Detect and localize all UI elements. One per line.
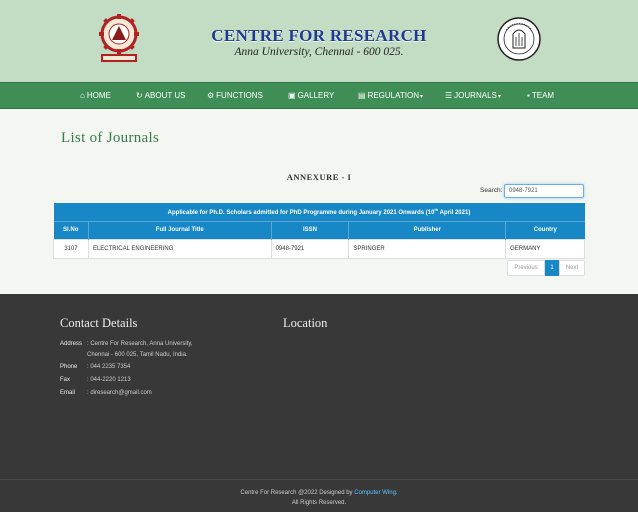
site-footer: Contact Details Location Address : Centre… [0, 294, 638, 512]
refresh-icon: ↻ [136, 91, 143, 100]
col-header-issn[interactable]: ISSN [271, 221, 350, 239]
address-label: Address [60, 341, 83, 347]
pagination-page-1[interactable]: 1 [545, 260, 559, 276]
address-line: Address : Centre For Research, Anna Unive… [60, 341, 193, 347]
address-line-2: Chennai - 600 025, Tamil Nadu, India. [87, 352, 188, 358]
phone-label: Phone [60, 364, 78, 370]
location-heading: Location [283, 316, 328, 330]
nav-gallery-label: GALLERY [297, 91, 335, 100]
table-header-row: Sl.No Full Journal Title ISSN Publisher … [53, 221, 585, 239]
chevron-down-icon: ▾ [497, 94, 501, 100]
cell-country: GERMANY [505, 238, 585, 259]
nav-home-label: HOME [86, 91, 111, 100]
emblem-seal-logo [497, 17, 541, 61]
nav-journals-label: JOURNALS [454, 91, 497, 100]
cell-slno: 3107 [53, 238, 89, 259]
journals-table: Applicable for Ph.D. Scholars admitted f… [53, 203, 585, 259]
address-value: : Centre For Research, Anna University, [87, 341, 193, 347]
cell-publisher: SPRINGER [348, 238, 507, 259]
book-icon: ▤ [358, 91, 366, 100]
col-header-publisher[interactable]: Publisher [348, 221, 507, 239]
site-subtitle: Anna University, Chennai - 600 025. [234, 46, 404, 58]
footer-divider [0, 479, 638, 480]
nav-regulation-label: REGULATION [367, 91, 419, 100]
id-badge-icon: ▪ [527, 91, 530, 100]
nav-team[interactable]: ▪ TEAM [527, 83, 554, 108]
email-line: Email : diresearch@gmail.com [60, 390, 152, 396]
annexure-heading: ANNEXURE - I [286, 172, 352, 182]
nav-regulation[interactable]: ▤ REGULATION▾ [358, 83, 423, 108]
caption-text: Applicable for Ph.D. Scholars admitted f… [167, 210, 435, 217]
contact-heading: Contact Details [60, 316, 138, 330]
main-navbar: ⌂ HOME ↻ ABOUT US ⚙ FUNCTIONS ▣ GALLERY ▤ REG… [0, 82, 638, 109]
table-caption-row: Applicable for Ph.D. Scholars admitted f… [53, 203, 585, 221]
nav-gallery[interactable]: ▣ GALLERY [288, 83, 334, 108]
nav-about-us[interactable]: ↻ ABOUT US [136, 83, 185, 108]
search-input[interactable]: 0948-7921 [504, 184, 584, 198]
nav-about-label: ABOUT US [144, 91, 186, 100]
fax-label: Fax [60, 377, 71, 383]
list-icon: ☰ [445, 91, 453, 100]
rights-text: All Rights Reserved. [291, 500, 347, 506]
chevron-down-icon: ▾ [419, 94, 423, 100]
cell-issn: 0948-7921 [270, 238, 350, 259]
home-icon: ⌂ [80, 91, 85, 100]
fax-value: : 044-2220 1213 [87, 377, 131, 383]
email-label: Email [60, 390, 76, 396]
gears-icon: ⚙ [207, 91, 215, 100]
site-title: CENTRE FOR RESEARCH [211, 26, 427, 45]
email-value[interactable]: : diresearch@gmail.com [87, 390, 152, 396]
col-header-slno[interactable]: Sl.No [53, 221, 89, 239]
image-icon: ▣ [288, 91, 296, 100]
phone-line: Phone : 044 2235 7354 [60, 364, 130, 370]
page-title: List of Journals [61, 130, 160, 146]
col-header-country[interactable]: Country [506, 221, 585, 239]
caption-text-end: April 2021) [438, 210, 471, 217]
pagination-previous-button[interactable]: Previous [507, 260, 545, 276]
col-header-title[interactable]: Full Journal Title [88, 221, 272, 239]
nav-functions-label: FUNCTIONS [216, 91, 263, 100]
search-label: Search: [480, 187, 503, 194]
nav-journals[interactable]: ☰ JOURNALS▾ [445, 83, 501, 108]
nav-team-label: TEAM [531, 91, 555, 100]
table-row: 3107 ELECTRICAL ENGINEERING 0948-7921 SP… [53, 238, 585, 259]
phone-value: : 044 2235 7354 [87, 364, 131, 370]
fax-line: Fax : 044-2220 1213 [60, 377, 131, 383]
pagination-next-button[interactable]: Next [559, 260, 585, 276]
copyright-prefix: Centre For Research @2022 Designed by [240, 490, 355, 496]
nav-functions[interactable]: ⚙ FUNCTIONS [207, 83, 263, 108]
table-caption: Applicable for Ph.D. Scholars admitted f… [54, 203, 585, 221]
site-header: CENTRE FOR RESEARCH Anna University, Che… [0, 0, 638, 82]
cell-title: ELECTRICAL ENGINEERING [87, 238, 272, 259]
nav-home[interactable]: ⌂ HOME [80, 83, 111, 108]
copyright-text: Centre For Research @2022 Designed by Co… [0, 490, 638, 496]
computer-wing-link[interactable]: Computer Wing. [354, 490, 397, 496]
